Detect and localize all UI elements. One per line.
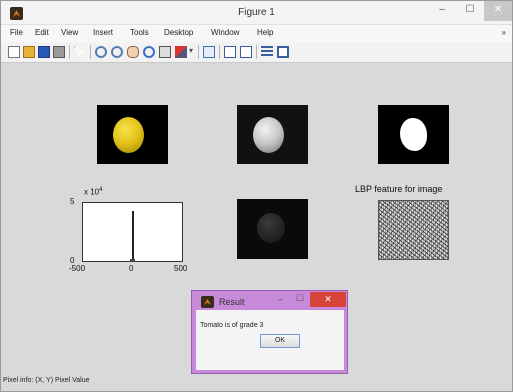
maximize-button[interactable]: ☐ [456, 1, 484, 21]
result-dialog: Result – ☐ ✕ Tomato is of grade 3 OK [191, 290, 348, 374]
ok-button[interactable]: OK [260, 334, 300, 348]
toolbar: ▾ [1, 42, 512, 63]
histogram-x-tick: 0 [129, 264, 134, 273]
title-bar: Figure 1 – ☐ ✕ [1, 1, 512, 25]
dialog-minimize-button[interactable]: – [278, 294, 283, 304]
corn-kernel [113, 117, 144, 153]
dialog-message: Tomato is of grade 3 [200, 322, 264, 329]
toolbar-separator [69, 45, 70, 59]
lbp-feature-image [378, 200, 449, 260]
brush-icon[interactable] [175, 46, 187, 58]
colorbar-icon[interactable] [224, 46, 236, 58]
pan-icon[interactable] [127, 46, 139, 58]
menu-tools[interactable]: Tools [130, 28, 149, 37]
matlab-icon [201, 296, 214, 308]
menu-insert[interactable]: Insert [93, 28, 113, 37]
original-image [97, 105, 168, 164]
grayscale-image [237, 105, 308, 164]
status-bar: Pixel info: (X, Y) Pixel Value [3, 377, 90, 384]
menu-desktop[interactable]: Desktop [164, 28, 193, 37]
mask-blob [400, 118, 427, 151]
menu-edit[interactable]: Edit [35, 28, 49, 37]
menu-file[interactable]: File [10, 28, 23, 37]
close-button[interactable]: ✕ [484, 1, 512, 21]
menu-bar: File Edit View Insert Tools Desktop Wind… [1, 25, 512, 42]
dialog-maximize-button[interactable]: ☐ [296, 293, 304, 304]
open-file-icon[interactable] [23, 46, 35, 58]
pointer-icon[interactable] [74, 46, 86, 58]
dialog-title: Result [219, 297, 245, 307]
zoom-in-icon[interactable] [95, 46, 107, 58]
save-icon[interactable] [38, 46, 50, 58]
menu-view[interactable]: View [61, 28, 78, 37]
menu-overflow-icon[interactable]: » [502, 28, 506, 37]
lbp-title: LBP feature for image [355, 184, 443, 194]
toolbar-separator [198, 45, 199, 59]
histogram-baseline-mark [130, 259, 135, 262]
binary-mask-image [378, 105, 449, 164]
dialog-close-button[interactable]: ✕ [310, 292, 346, 307]
toolbar-separator [256, 45, 257, 59]
toolbar-separator [219, 45, 220, 59]
histogram-exponent: x 104 [84, 187, 103, 197]
hide-plot-tools-icon[interactable] [261, 46, 273, 58]
brush-dropdown-icon[interactable]: ▾ [189, 46, 195, 58]
data-cursor-icon[interactable] [159, 46, 171, 58]
minimize-button[interactable]: – [428, 1, 456, 21]
link-plot-icon[interactable] [203, 46, 215, 58]
enhanced-image [237, 199, 308, 259]
menu-help[interactable]: Help [257, 28, 273, 37]
legend-icon[interactable] [240, 46, 252, 58]
new-figure-icon[interactable] [8, 46, 20, 58]
corn-kernel-dim [257, 213, 285, 243]
dialog-body: Tomato is of grade 3 OK [196, 310, 344, 370]
zoom-out-icon[interactable] [111, 46, 123, 58]
toolbar-separator [90, 45, 91, 59]
histogram-bar [132, 211, 134, 262]
print-icon[interactable] [53, 46, 65, 58]
menu-window[interactable]: Window [211, 28, 239, 37]
corn-kernel-gray [253, 117, 284, 153]
histogram-y-tick-top: 5 [70, 197, 75, 206]
show-plot-tools-icon[interactable] [277, 46, 289, 58]
histogram-x-tick: -500 [69, 264, 86, 273]
rotate-3d-icon[interactable] [143, 46, 155, 58]
histogram-x-tick: 500 [174, 264, 188, 273]
